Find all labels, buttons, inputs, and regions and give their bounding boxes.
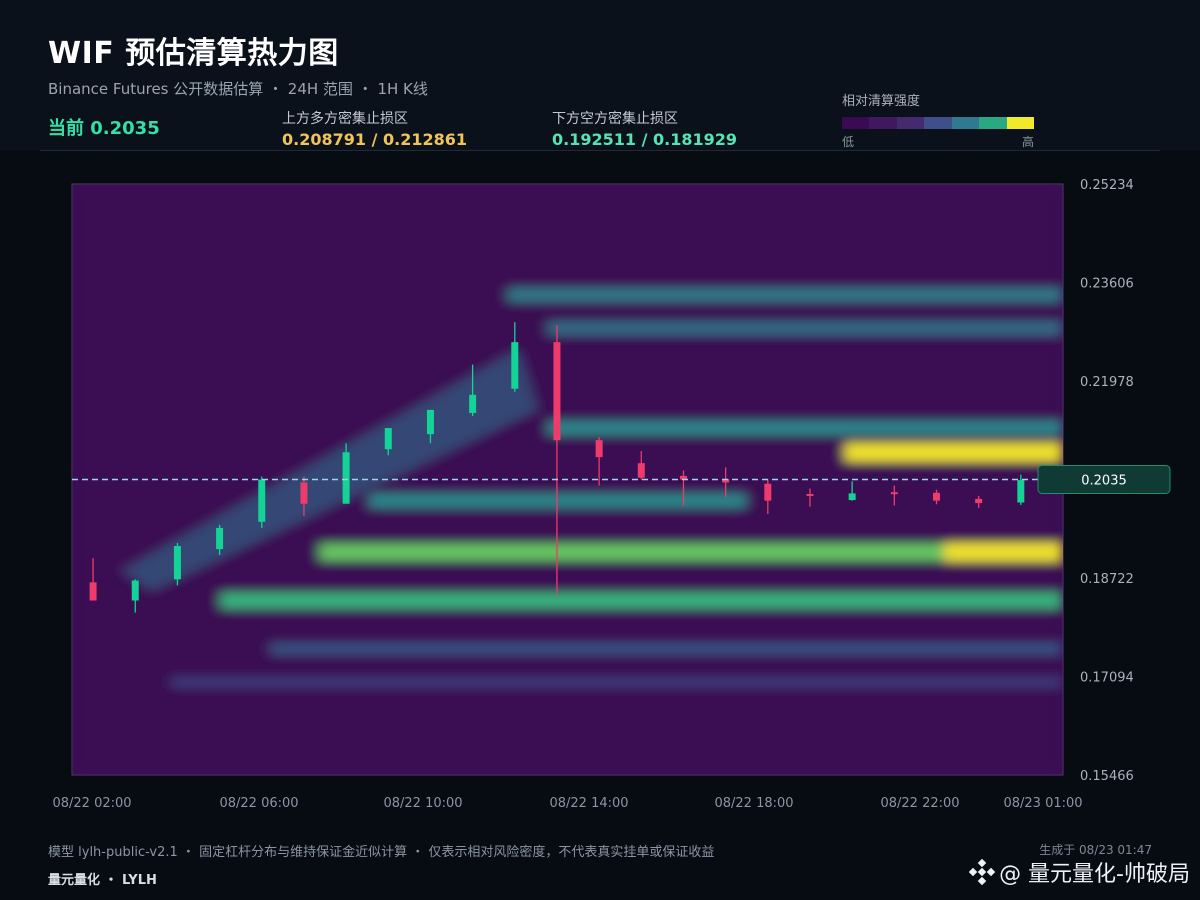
x-tick-label: 08/22 10:00 [383,796,462,811]
candle-body [469,394,477,413]
x-tick-label: 08/22 14:00 [549,796,628,811]
candle-body [131,580,139,601]
watermark: @ 量元量化-帅破局 [969,856,1190,888]
candle-body [848,493,856,501]
heatmap-chart: 0.2035 0.15466 0.17094 0.18722 0.21978 0.2360… [52,178,1171,811]
candle-body [300,482,308,504]
candle-body [258,479,266,522]
x-tick-label: 08/23 01:00 [1003,796,1082,811]
candle-body [764,483,772,501]
candle-body [553,342,561,441]
candle-body [595,440,603,458]
x-tick-label: 08/22 02:00 [52,796,131,811]
y-tick-label: 0.25234 [1080,178,1134,193]
heat-band-0 [844,442,1063,462]
x-tick-label: 08/22 22:00 [880,796,959,811]
candle-body [426,409,434,435]
footer-note: 模型 lylh-public-v2.1 ・ 固定杠杆分布与维持保证金近似计算 ・… [48,845,715,860]
y-tick-label: 0.15466 [1080,769,1134,784]
candle-body [342,452,350,504]
candle-body [637,463,645,478]
candle-body [932,492,940,501]
y-tick-label: 0.21978 [1080,375,1134,390]
candle-body [890,492,898,495]
heat-band-4 [547,420,1063,436]
candle-body [384,428,392,450]
y-tick-label: 0.18722 [1080,572,1134,587]
candle-body [975,498,983,504]
candle-body [806,494,814,497]
heat-band-2 [319,543,945,561]
watermark-text: @ 量元量化-帅破局 [999,862,1190,887]
footer-brand: 量元量化 ・ LYLH [48,873,157,888]
candle-body [511,342,519,389]
heat-band-6 [547,321,1063,335]
candle-body [173,546,181,580]
candle-body [1017,480,1025,503]
heat-band-5 [508,287,1063,302]
x-tick-label: 08/22 06:00 [219,796,298,811]
candle-body [216,527,224,550]
current-price-tag-label: 0.2035 [1081,474,1127,489]
heat-band-8 [270,642,1063,656]
heat-band-1 [944,542,1063,562]
x-tick-label: 08/22 18:00 [714,796,793,811]
heat-band-3 [220,592,1063,609]
binance-logo-icon [969,859,996,885]
y-tick-label: 0.17094 [1080,671,1134,686]
y-tick-label: 0.23606 [1080,277,1134,292]
candle-body [89,582,97,601]
heat-band-9 [171,676,1063,688]
